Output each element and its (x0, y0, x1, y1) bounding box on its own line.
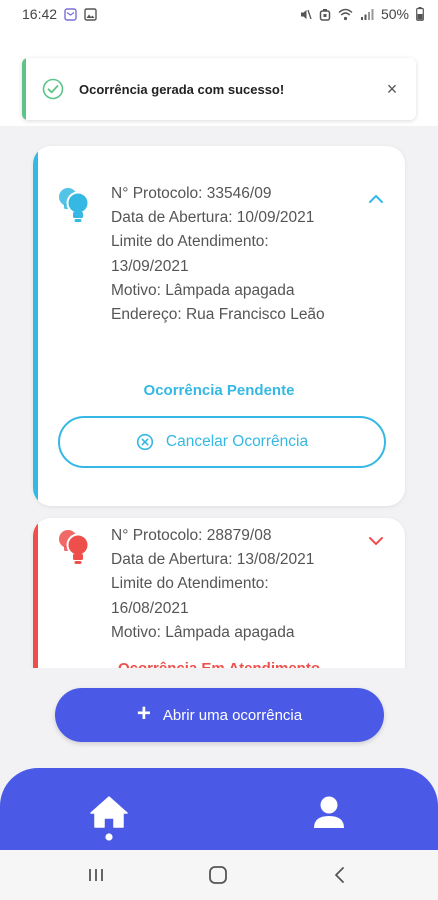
deadline-label: Limite do Atendimento: (111, 233, 269, 251)
chevron-up-icon[interactable] (365, 188, 387, 210)
user-icon[interactable] (310, 794, 348, 832)
lightbulb-icon (59, 530, 90, 564)
status-left: 16:42 (22, 6, 97, 22)
home-icon[interactable] (88, 794, 130, 842)
status-label: Ocorrência Em Atendimento (33, 660, 405, 668)
back-icon[interactable] (328, 864, 352, 886)
reason-line: Motivo: Lâmpada apagada (111, 281, 295, 299)
status-bar: 16:42 50% (0, 0, 438, 28)
status-battery-text: 50% (380, 6, 409, 22)
toast-message: Ocorrência gerada com sucesso! (79, 81, 285, 97)
open-occurrence-button[interactable]: + Abrir uma ocorrência (55, 688, 384, 742)
status-label: Ocorrência Pendente (143, 382, 295, 399)
address-line: Endereço: Rua Francisco Leão (111, 306, 325, 324)
notification-gallery-icon (84, 7, 97, 21)
plus-icon: + (136, 700, 151, 727)
system-navigation-bar (0, 850, 438, 900)
protocol-line: N° Protocolo: 33546/09 (111, 185, 272, 202)
cancel-occurrence-label: Cancelar Ocorrência (165, 433, 309, 450)
opening-date-line: Data de Abertura: 10/09/2021 (111, 209, 315, 227)
card-info: N° Protocolo: 28879/08 Data de Abertura:… (111, 524, 314, 645)
wifi-icon (338, 8, 353, 20)
close-icon: × (386, 78, 398, 99)
cancel-circle-icon (136, 433, 154, 451)
reason-line: Motivo: Lâmpada apagada (111, 623, 295, 641)
home-button-icon[interactable] (206, 864, 230, 886)
check-circle-icon (42, 78, 64, 100)
occurrence-card-pending[interactable]: N° Protocolo: 33546/09 Data de Abertura:… (33, 146, 405, 506)
status-right: 50% (299, 6, 424, 22)
chevron-down-icon[interactable] (365, 530, 387, 552)
status-time: 16:42 (22, 6, 58, 22)
close-toast-button[interactable]: × (374, 71, 410, 107)
card-info: N° Protocolo: 33546/09 Data de Abertura:… (111, 182, 325, 327)
occurrence-card-in-progress[interactable]: N° Protocolo: 28879/08 Data de Abertura:… (33, 518, 405, 668)
open-occurrence-label: Abrir uma ocorrência (162, 706, 303, 724)
protocol-line: N° Protocolo: 28879/08 (111, 527, 272, 544)
occurrence-list[interactable]: N° Protocolo: 33546/09 Data de Abertura:… (0, 126, 438, 668)
opening-date-line: Data de Abertura: 13/08/2021 (111, 551, 315, 569)
alarm-icon (319, 8, 331, 21)
battery-icon (416, 7, 424, 21)
bottom-navigation (0, 768, 438, 850)
mute-icon (300, 9, 312, 19)
signal-icon (360, 8, 374, 20)
success-toast: Ocorrência gerada com sucesso! × (22, 58, 416, 120)
cancel-occurrence-button[interactable]: Cancelar Ocorrência (58, 416, 386, 468)
deadline-label: Limite do Atendimento: (111, 575, 269, 593)
deadline-date: 16/08/2021 (111, 599, 189, 617)
lightbulb-icon (59, 188, 90, 222)
notification-mail-icon (64, 7, 77, 21)
recent-apps-icon[interactable] (84, 864, 108, 886)
deadline-date: 13/09/2021 (111, 257, 189, 275)
